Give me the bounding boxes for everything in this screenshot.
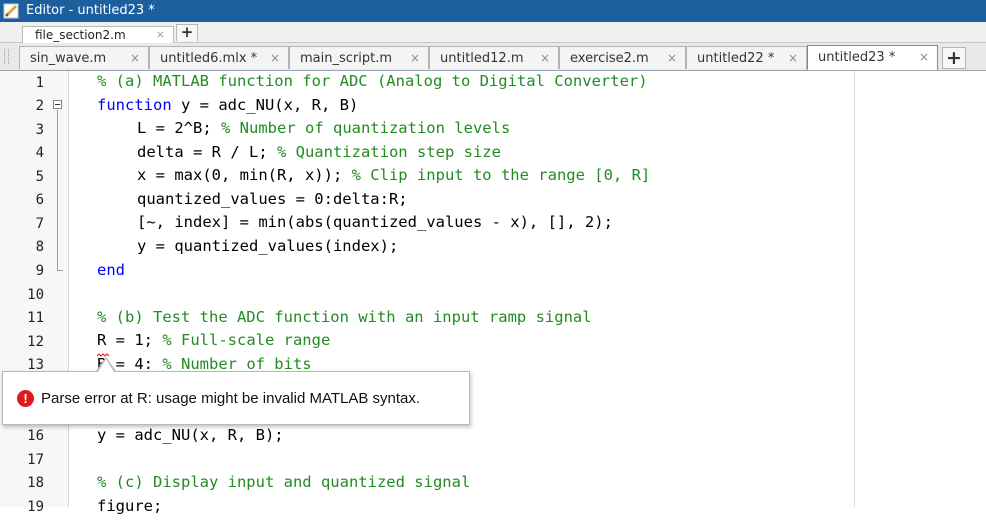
tab-label: untitled12.m [440,51,524,66]
line-number: 17 [27,452,44,468]
code-line-7[interactable]: [~, index] = min(abs(quantized_values - … [137,213,613,236]
line-number: 9 [35,263,44,279]
comment-text: % (c) Display input and quantized signal [97,473,471,491]
code-line-9[interactable]: end [97,261,125,284]
window-titlebar: Editor - untitled23 * [0,0,986,22]
line-number: 7 [35,216,44,232]
tab-label: untitled22 * [697,51,775,66]
fold-toggle-icon[interactable] [53,100,62,109]
line-number: 11 [27,310,44,326]
line-number: 6 [35,192,44,208]
code-line-8[interactable]: y = quantized_values(index); [137,237,398,260]
close-icon[interactable]: × [788,47,798,70]
line-number: 3 [35,122,44,138]
tab-untitled12[interactable]: untitled12.m × [429,46,559,69]
line-number: 5 [35,169,44,185]
line-number: 19 [27,499,44,515]
code-line-5[interactable]: x = max(0, min(R, x)); % Clip input to t… [137,166,650,189]
line-number: 2 [35,98,44,114]
code-text: x = max(0, min(R, x)); [137,166,352,184]
add-section-button[interactable]: + [176,24,198,41]
code-line-1[interactable]: % (a) MATLAB function for ADC (Analog to… [97,72,648,95]
tab-untitled23[interactable]: untitled23 * × [807,45,938,70]
tab-label: untitled6.mlx * [160,51,258,66]
code-line-12[interactable]: R = 1; % Full-scale range [97,331,330,354]
comment-text: % Quantization step size [276,143,501,161]
tab-sin-wave[interactable]: sin_wave.m × [19,46,149,69]
tab-main-script[interactable]: main_script.m × [289,46,429,69]
close-icon[interactable]: × [919,46,929,69]
comment-text: % Full-scale range [162,331,331,349]
comment-text: % (b) Test the ADC function with an inpu… [97,308,592,326]
window-title: Editor - untitled23 * [26,3,155,18]
tab-untitled6[interactable]: untitled6.mlx * × [149,46,289,69]
keyword-end: end [97,261,125,279]
line-number: 16 [27,428,44,444]
fold-guide [57,110,58,270]
close-icon[interactable]: × [130,47,140,70]
code-line-19[interactable]: figure; [97,497,162,520]
code-line-13[interactable]: B = 4; % Number of bits [97,355,312,369]
code-line-2[interactable]: function y = adc_NU(x, R, B) [97,96,358,119]
code-line-3[interactable]: L = 2^B; % Number of quantization levels [137,119,510,142]
parse-error-tooltip: ! Parse error at R: usage might be inval… [2,371,470,425]
close-icon[interactable]: × [667,47,677,70]
line-number: 1 [35,75,44,91]
drag-grip-icon[interactable] [4,49,9,64]
code-text: y = adc_NU(x, R, B); [97,426,284,444]
code-line-18[interactable]: % (c) Display input and quantized signal [97,473,470,496]
close-icon[interactable]: × [540,47,550,70]
fold-end-marker [57,270,63,271]
editor-app-icon [3,3,19,19]
tab-exercise2[interactable]: exercise2.m × [559,46,686,69]
section-tab[interactable]: file_section2.m × [22,26,174,43]
close-icon[interactable]: × [156,27,165,43]
section-tab-label: file_section2.m [35,28,126,42]
code-line-16[interactable]: y = adc_NU(x, R, B); [97,426,284,449]
code-text: [~, index] = min(abs(quantized_values - … [137,213,613,231]
line-number: 8 [35,239,44,255]
close-icon[interactable]: × [270,47,280,70]
code-text: delta = R / L; [137,143,277,161]
comment-text: % (a) MATLAB function for ADC (Analog to… [97,72,648,90]
code-text: quantized_values = 0:delta:R; [137,190,408,208]
comment-text: % Clip input to the range [0, R] [351,166,651,184]
error-message: Parse error at R: usage might be invalid… [41,390,421,407]
code-text: L = 2^B; [137,119,221,137]
code-line-11[interactable]: % (b) Test the ADC function with an inpu… [97,308,592,331]
keyword-function: function [97,96,172,114]
line-number: 4 [35,145,44,161]
line-number: 10 [27,287,44,303]
comment-text: % Number of quantization levels [221,119,511,137]
code-text: figure; [97,497,163,515]
section-tab-strip: file_section2.m × [0,22,986,43]
line-number: 12 [27,334,44,350]
code-text: y = quantized_values(index); [137,237,399,255]
tab-label: exercise2.m [570,51,649,66]
new-tab-button[interactable]: + [942,47,966,69]
tooltip-pointer-fill [98,359,114,372]
code-line-6[interactable]: quantized_values = 0:delta:R; [137,190,408,213]
line-number: 18 [27,475,44,491]
error-icon: ! [17,390,34,407]
tab-label: sin_wave.m [30,51,107,66]
tab-label: untitled23 * [818,50,896,65]
comment-text: % Number of bits [162,355,312,369]
right-margin-line [854,71,855,507]
code-line-4[interactable]: delta = R / L; % Quantization step size [137,143,501,166]
code-text: y = adc_NU(x, R, B) [171,96,359,114]
close-icon[interactable]: × [410,47,420,70]
tab-untitled22[interactable]: untitled22 * × [686,46,807,69]
code-text: R = 1; [97,331,163,349]
tab-label: main_script.m [300,51,393,66]
file-tab-bar: sin_wave.m × untitled6.mlx * × main_scri… [0,43,986,71]
